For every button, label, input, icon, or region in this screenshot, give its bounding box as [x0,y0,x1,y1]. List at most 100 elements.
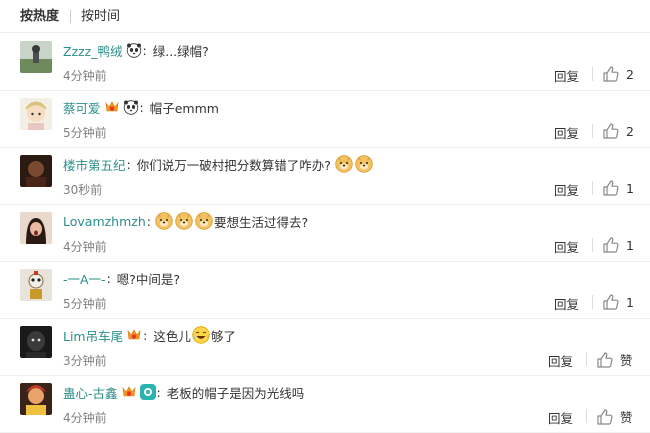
divider [586,352,587,366]
like-count: 2 [626,66,634,82]
reply-button[interactable]: 回复 [554,180,579,199]
thumb-up-icon [602,179,620,197]
like-label: 赞 [620,353,633,368]
timestamp: 3分钟前 [63,354,107,368]
like-count: 2 [626,123,634,139]
camera-icon [139,384,156,400]
divider [592,238,593,252]
avatar[interactable] [20,269,52,301]
comment-text: 绿...绿帽? [152,43,209,59]
like-button[interactable]: 赞 [596,407,633,426]
comment-line: 楼市第五纪 : 你们说万一破村把分数算错了咋办? [63,154,374,174]
doge-emoji [175,212,193,230]
comment-row: Zzzz_鸭绒 : 绿...绿帽? 4分钟前 回复 2 [0,33,650,91]
divider [592,124,593,138]
colon: : [142,42,147,58]
avatar[interactable] [20,212,52,244]
reply-button[interactable]: 回复 [554,123,579,142]
tab-sort-hot[interactable]: 按热度 [20,9,59,25]
reply-button[interactable]: 回复 [554,66,579,85]
timestamp: 5分钟前 [63,126,107,140]
thumb-up-icon [602,65,620,83]
like-button[interactable]: 1 [602,236,634,254]
divider [586,409,587,423]
tab-sort-time[interactable]: 按时间 [81,9,120,25]
like-button[interactable]: 2 [602,122,634,140]
thumb-up-icon [596,408,614,426]
comment-text: 老板的帽子是因为光线吗 [166,385,305,401]
comment-text: 帽子emmm [149,100,219,116]
comment-text: 要想生活过得去? [214,214,309,230]
like-button[interactable]: 1 [602,179,634,197]
comment-row: Lovamzhmzh : 要想生活过得去? 4分钟前 回复 1 [0,204,650,262]
username[interactable]: -一A一- [63,269,106,288]
doge-emoji [155,212,173,230]
tab-divider [70,10,71,23]
thumb-up-icon [602,293,620,311]
comment-line: -一A一- : 嗯?中间是? [63,268,180,288]
comment-line: Zzzz_鸭绒 : 绿...绿帽? [63,40,209,60]
comment-line: 蛊心-古鑫 : 老板的帽子是因为光线吗 [63,382,304,402]
thumb-up-icon [602,236,620,254]
comment-line: Lovamzhmzh : 要想生活过得去? [63,211,308,231]
avatar[interactable] [20,98,52,130]
comment-line: 蔡可爱 : 帽子emmm [63,97,219,117]
colon: : [106,270,111,286]
panda-icon [126,42,142,58]
timestamp: 5分钟前 [63,297,107,311]
like-button[interactable]: 1 [602,293,634,311]
laugh-cry-emoji [192,326,210,344]
like-count: 1 [626,180,634,196]
like-label: 赞 [620,410,633,425]
username[interactable]: Lovamzhmzh [63,214,146,229]
comment-text: 这色儿 [153,328,191,344]
comment-row: Lim吊车尾 : 这色儿 够了 3分钟前 回复 赞 [0,318,650,376]
like-count: 1 [626,237,634,253]
vip-badge-icon [104,99,120,115]
avatar[interactable] [20,383,52,415]
comment-row: 蔡可爱 : 帽子emmm 5分钟前 回复 2 [0,90,650,148]
timestamp: 4分钟前 [63,69,107,83]
username[interactable]: 楼市第五纪 [63,155,126,174]
colon: : [156,384,161,400]
username[interactable]: Zzzz_鸭绒 [63,41,123,60]
colon: : [143,327,148,343]
username[interactable]: Lim吊车尾 [63,326,123,345]
reply-button[interactable]: 回复 [554,237,579,256]
comment-row: 蛊心-古鑫 : 老板的帽子是因为光线吗 4分钟前 回复 赞 [0,375,650,433]
like-count: 1 [626,294,634,310]
divider [592,295,593,309]
doge-emoji [355,155,373,173]
comment-row: -一A一- : 嗯?中间是? 5分钟前 回复 1 [0,261,650,319]
username[interactable]: 蛊心-古鑫 [63,383,118,402]
colon: : [139,99,144,115]
colon: : [126,156,131,172]
comment-text: 嗯?中间是? [116,271,181,287]
avatar[interactable] [20,41,52,73]
like-button[interactable]: 赞 [596,350,633,369]
vip-badge-icon [121,384,137,400]
timestamp: 4分钟前 [63,240,107,254]
like-button[interactable]: 2 [602,65,634,83]
colon: : [146,213,151,229]
comment-text: 够了 [210,328,236,344]
panda-icon [123,99,139,115]
reply-button[interactable]: 回复 [548,408,573,427]
doge-emoji [195,212,213,230]
timestamp: 30秒前 [63,183,103,197]
thumb-up-icon [602,122,620,140]
comment-text: 你们说万一破村把分数算错了咋办? [136,157,331,173]
username[interactable]: 蔡可爱 [63,98,101,117]
divider [592,67,593,81]
reply-button[interactable]: 回复 [548,351,573,370]
timestamp: 4分钟前 [63,411,107,425]
comment-line: Lim吊车尾 : 这色儿 够了 [63,325,236,345]
thumb-up-icon [596,351,614,369]
comment-row: 楼市第五纪 : 你们说万一破村把分数算错了咋办? 30秒前 回复 1 [0,147,650,205]
sort-tabs: 按热度 按时间 [0,0,650,33]
reply-button[interactable]: 回复 [554,294,579,313]
doge-emoji [335,155,353,173]
avatar[interactable] [20,155,52,187]
avatar[interactable] [20,326,52,358]
vip-badge-icon [126,327,142,343]
